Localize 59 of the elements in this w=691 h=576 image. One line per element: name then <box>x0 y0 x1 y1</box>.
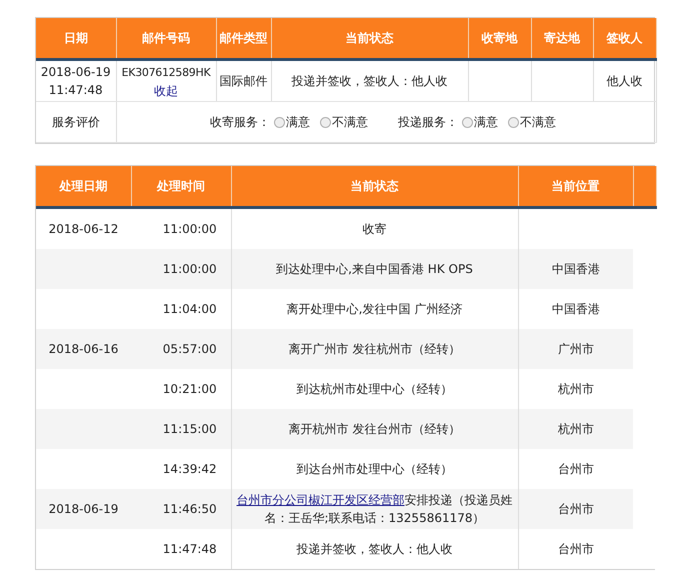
status-cell: 到达台州市处理中心（经转） <box>296 462 452 476</box>
column-header: 寄达地 <box>531 18 593 60</box>
radio-label: 满意 <box>474 114 498 131</box>
time-cell: 10:21:00 <box>162 382 217 396</box>
column-header: 邮件号码 <box>116 18 216 60</box>
column-header: 签收人 <box>593 18 656 60</box>
time-cell: 11:00:00 <box>162 262 217 276</box>
column-header: 当前状态 <box>271 18 468 60</box>
header-filler <box>633 166 656 208</box>
column-header: 当前位置 <box>518 166 633 208</box>
table-cell: 服务评价 <box>36 102 116 142</box>
status-cell: 到达杭州市处理中心（经转） <box>296 382 452 396</box>
column-header: 收寄地 <box>468 18 531 60</box>
status-cell: 离开杭州市 发往台州市（经转） <box>288 422 460 436</box>
column-header: 日期 <box>36 18 116 60</box>
status-cell: 到达处理中心,来自中国香港 HK OPS <box>276 262 473 276</box>
location-cell: 中国香港 <box>552 302 600 316</box>
date-cell: 2018-06-16 <box>48 342 118 356</box>
status-cell: 离开广州市 发往杭州市（经转） <box>288 342 460 356</box>
time-cell: 11:15:00 <box>162 422 217 436</box>
table-cell: 投递并签收，签收人：他人收 <box>271 60 468 102</box>
location-cell: 台州市 <box>558 542 594 556</box>
column-header: 处理日期 <box>36 166 131 208</box>
location-cell: 中国香港 <box>552 262 600 276</box>
location-cell: 台州市 <box>558 462 594 476</box>
radio-label: 不满意 <box>332 114 368 131</box>
location-cell: 杭州市 <box>558 422 594 436</box>
radio-label: 不满意 <box>520 114 556 131</box>
table-cell: 国际邮件 <box>216 60 271 102</box>
location-cell: 杭州市 <box>558 382 594 396</box>
radio-button[interactable] <box>508 116 519 128</box>
table-cell: 2018-06-19 11:47:48 <box>36 60 116 102</box>
time-cell: 11:47:48 <box>162 542 217 556</box>
rating-label: 投递服务： <box>398 114 458 131</box>
column-header: 处理时间 <box>131 166 231 208</box>
time-cell: 14:39:42 <box>162 462 217 476</box>
status-cell: 投递并签收，签收人：他人收 <box>296 542 452 556</box>
radio-button[interactable] <box>274 116 285 128</box>
rating-label: 收寄服务： <box>210 114 270 131</box>
column-header: 当前状态 <box>231 166 518 208</box>
date-cell: 2018-06-12 <box>48 222 118 236</box>
time-cell: 11:46:50 <box>162 502 217 516</box>
status-cell: 台州市分公司椒江开发区经营部安排投递（投递员姓名：王岳华;联系电话：13255861178） <box>236 493 512 525</box>
location-cell: 台州市 <box>558 502 594 516</box>
radio-label: 满意 <box>286 114 310 131</box>
mail-number: EK307612589HK <box>122 64 210 80</box>
status-cell: 收寄 <box>362 222 386 236</box>
time-cell: 11:00:00 <box>162 222 217 236</box>
time-cell: 05:57:00 <box>162 342 217 356</box>
table-cell: 他人收 <box>593 60 656 102</box>
column-header: 邮件类型 <box>216 18 271 60</box>
radio-button[interactable] <box>462 116 473 128</box>
status-cell: 离开处理中心,发往中国 广州经济 <box>286 302 462 316</box>
collapse-link[interactable]: 收起 <box>118 82 214 100</box>
office-link[interactable]: 台州市分公司椒江开发区经营部 <box>236 493 404 507</box>
time-cell: 11:04:00 <box>162 302 217 316</box>
location-cell: 广州市 <box>558 342 594 356</box>
date-cell: 2018-06-19 <box>48 502 118 516</box>
radio-button[interactable] <box>320 116 331 128</box>
